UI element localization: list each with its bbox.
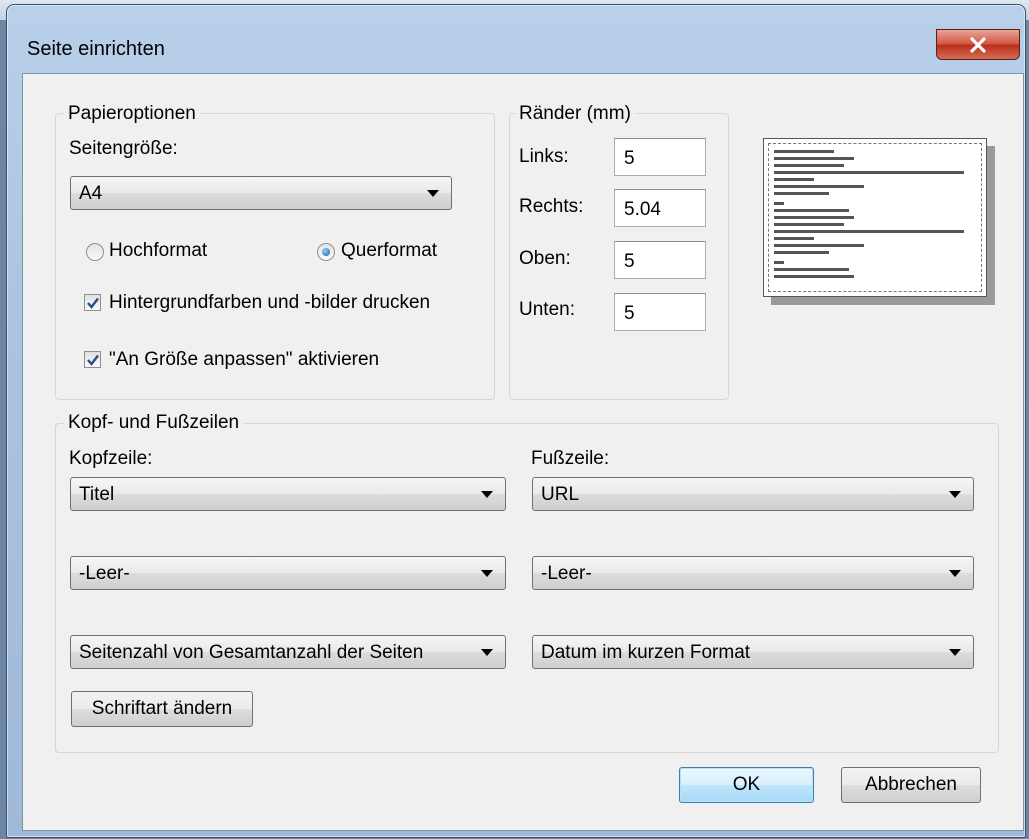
dialog-window: Seite einrichten Papieroptionen Seitengr… [6, 4, 1026, 838]
chevron-down-icon [427, 190, 439, 197]
footer-select-1[interactable]: URL [532, 477, 974, 511]
margin-top-value: 5 [624, 251, 635, 272]
margin-left-input[interactable]: 5 [614, 138, 706, 176]
shrink-to-fit-label: "An Größe anpassen" aktivieren [109, 349, 380, 370]
margin-right-label: Rechts: [519, 196, 584, 217]
footer-select-3[interactable]: Datum im kurzen Format [532, 635, 974, 669]
margin-bottom-input[interactable]: 5 [614, 293, 706, 331]
margin-right-input[interactable]: 5.04 [614, 189, 706, 227]
chevron-down-icon [481, 491, 493, 498]
page-preview-margins [768, 143, 982, 292]
margin-bottom-label: Unten: [519, 299, 575, 320]
margins-legend: Ränder (mm) [515, 103, 635, 125]
landscape-radio[interactable] [317, 243, 335, 261]
chevron-down-icon [949, 570, 961, 577]
footer-label: Fußzeile: [531, 448, 610, 469]
page-size-select[interactable]: A4 [70, 176, 452, 210]
page-preview [763, 138, 987, 297]
checkmark-icon [87, 297, 99, 309]
header-label: Kopfzeile: [69, 448, 153, 469]
dialog-title: Seite einrichten [27, 38, 165, 60]
landscape-label: Querformat [341, 240, 438, 261]
footer-select-2[interactable]: -Leer- [532, 556, 974, 590]
page-size-value: A4 [79, 183, 103, 204]
print-background-label: Hintergrundfarben und -bilder drucken [109, 292, 431, 313]
page-size-label: Seitengröße: [69, 138, 178, 159]
margin-left-label: Links: [519, 146, 569, 167]
close-icon [970, 36, 986, 53]
margin-left-value: 5 [624, 148, 635, 169]
footer-select-3-value: Datum im kurzen Format [541, 642, 751, 663]
header-select-3-value: Seitenzahl von Gesamtanzahl der Seiten [79, 642, 424, 663]
header-footer-legend: Kopf- und Fußzeilen [64, 412, 244, 434]
ok-button[interactable]: OK [679, 767, 814, 803]
header-select-1-value: Titel [79, 484, 115, 505]
cancel-button[interactable]: Abbrechen [841, 767, 981, 803]
chevron-down-icon [481, 570, 493, 577]
checkmark-icon [87, 354, 99, 366]
print-background-checkbox[interactable] [84, 294, 101, 311]
footer-select-2-value: -Leer- [541, 563, 592, 584]
chevron-down-icon [949, 491, 961, 498]
margin-top-label: Oben: [519, 248, 571, 269]
dialog-client-area: Papieroptionen Seitengröße: A4 Hochforma… [22, 73, 1024, 831]
margin-bottom-value: 5 [624, 303, 635, 324]
portrait-label: Hochformat [109, 240, 208, 261]
close-button[interactable] [936, 29, 1020, 60]
chevron-down-icon [481, 649, 493, 656]
margin-right-value: 5.04 [624, 199, 661, 220]
radio-selected-dot [322, 248, 330, 256]
paper-options-legend: Papieroptionen [64, 103, 200, 125]
portrait-radio[interactable] [86, 243, 104, 261]
change-font-button[interactable]: Schriftart ändern [71, 691, 253, 727]
header-select-3[interactable]: Seitenzahl von Gesamtanzahl der Seiten [70, 635, 506, 669]
header-select-1[interactable]: Titel [70, 477, 506, 511]
header-select-2-value: -Leer- [79, 563, 130, 584]
shrink-to-fit-checkbox[interactable] [84, 351, 101, 368]
header-select-2[interactable]: -Leer- [70, 556, 506, 590]
chevron-down-icon [949, 649, 961, 656]
margin-top-input[interactable]: 5 [614, 241, 706, 279]
footer-select-1-value: URL [541, 484, 580, 505]
